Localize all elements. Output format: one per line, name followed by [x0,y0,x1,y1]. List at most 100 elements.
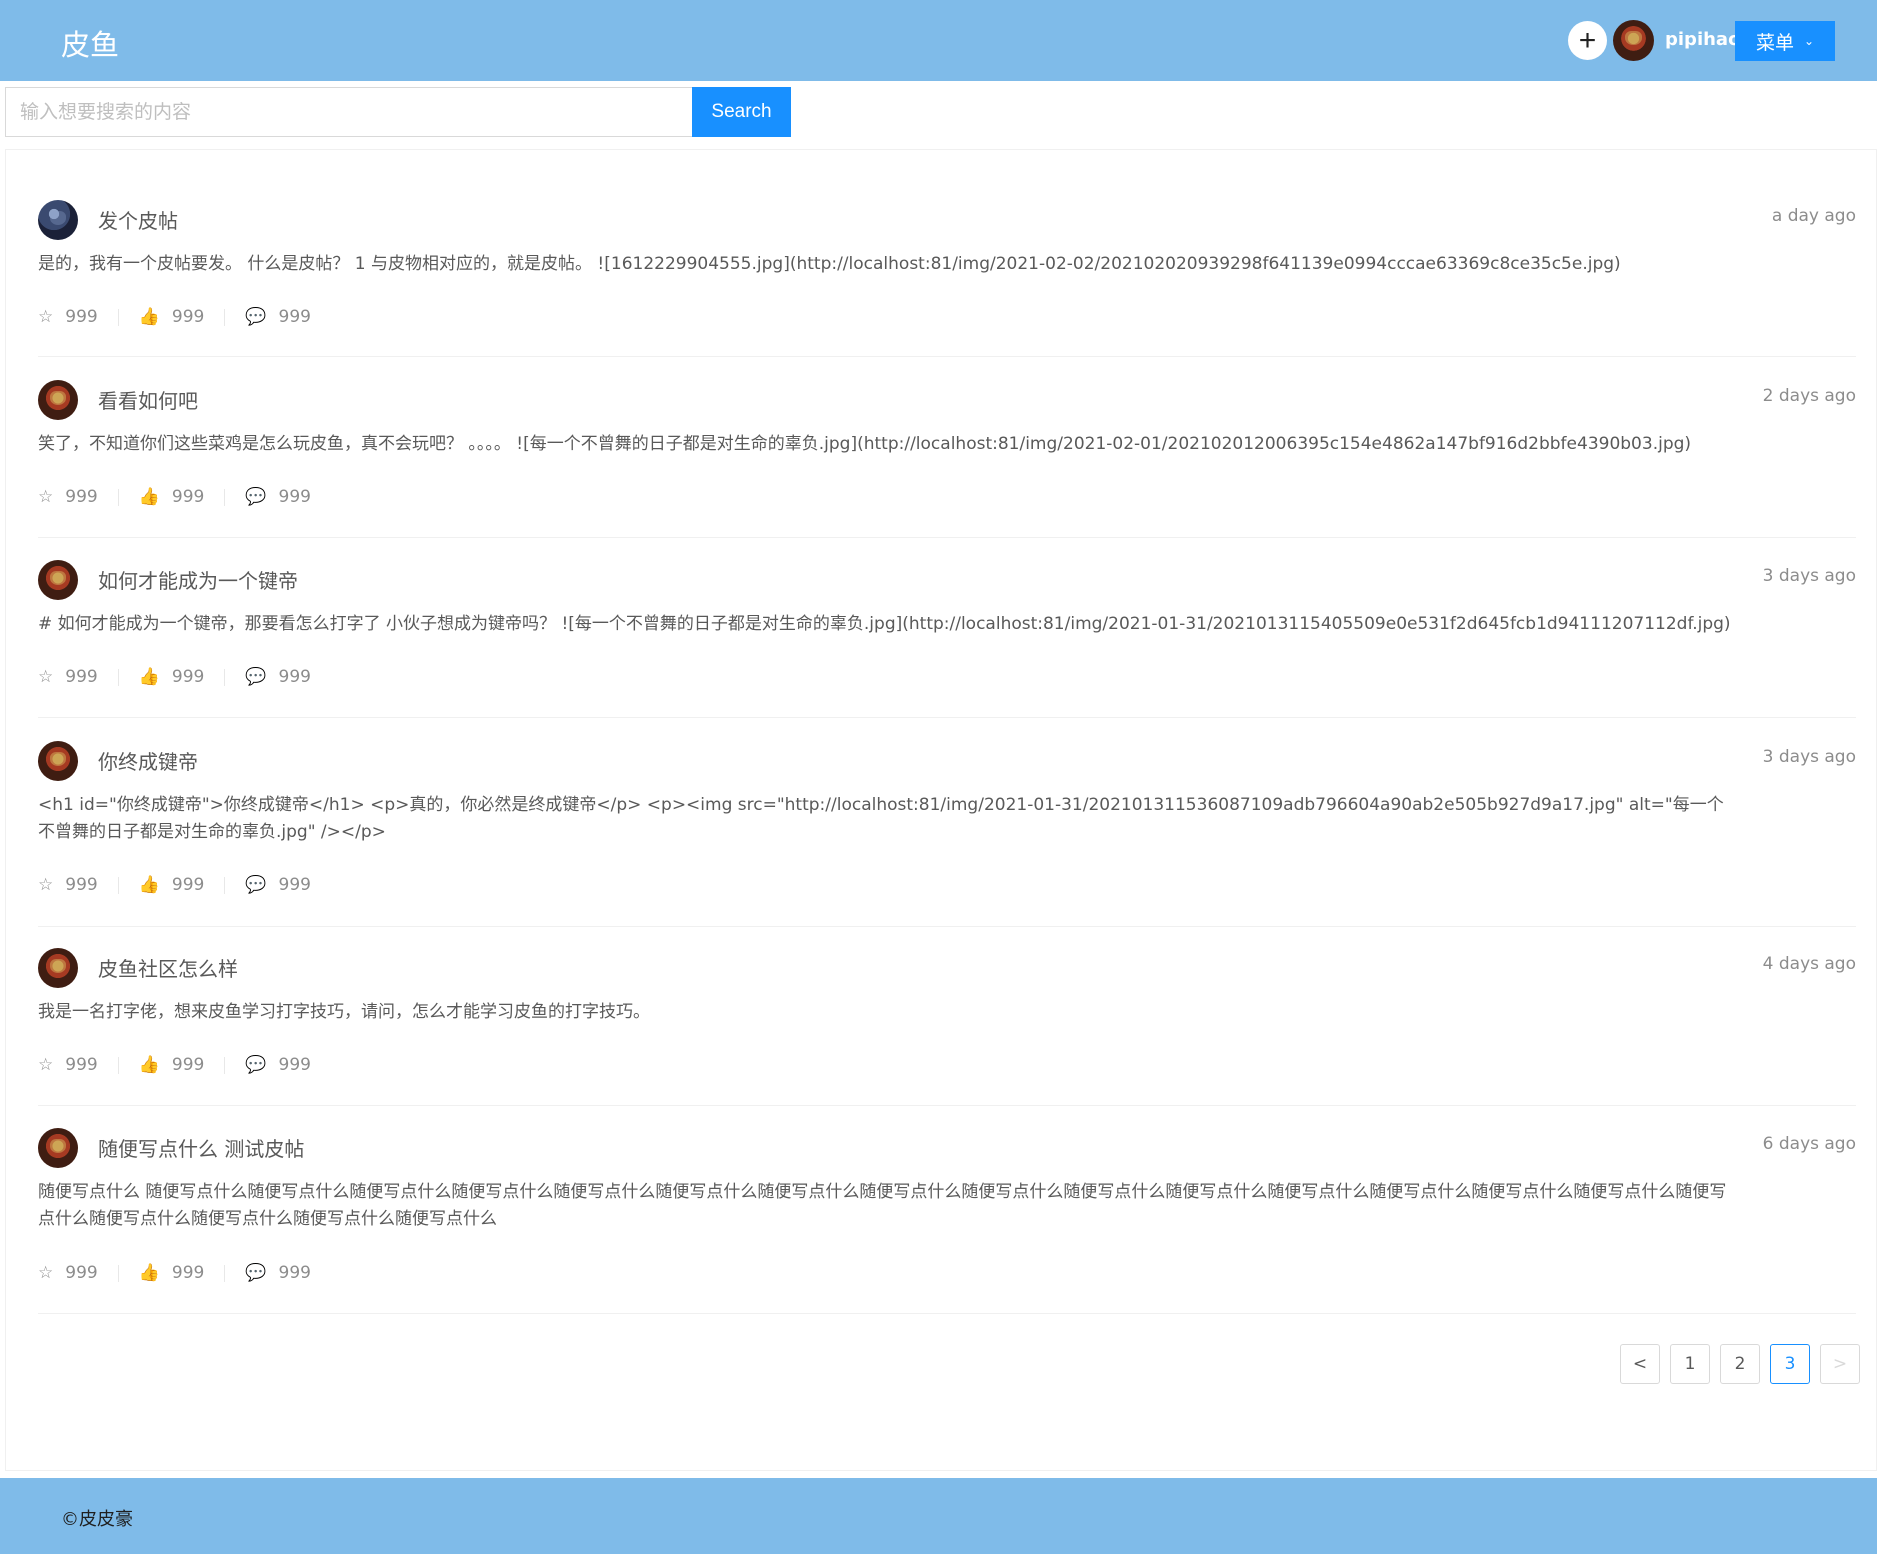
divider [117,1264,119,1282]
post-author-avatar[interactable] [38,560,78,600]
post-time: 6 days ago [1762,1134,1856,1154]
user-avatar[interactable] [1613,20,1654,61]
star-action[interactable]: ☆ 999 [38,1055,98,1075]
star-action[interactable]: ☆ 999 [38,487,98,507]
post-title[interactable]: 你终成键帝 [98,746,198,775]
post-actions: ☆ 999 👍 999 💬 999 [38,306,311,328]
like-count: 999 [171,875,205,895]
post-title[interactable]: 看看如何吧 [98,385,198,414]
post-title[interactable]: 随便写点什么 测试皮帖 [98,1133,304,1162]
page-button-current[interactable]: 3 [1770,1344,1810,1384]
like-count: 999 [171,667,205,687]
star-icon: ☆ [38,307,54,327]
star-count: 999 [65,487,98,507]
menu-dropdown-button[interactable]: 菜单 ⌄ [1735,21,1835,61]
post-title[interactable]: 皮鱼社区怎么样 [98,953,238,982]
star-icon: ☆ [38,1263,54,1283]
like-icon: 👍 [138,1055,160,1075]
comment-action[interactable]: 💬 999 [245,1263,311,1283]
comment-icon: 💬 [245,307,267,327]
star-count: 999 [65,1263,98,1283]
post-body: 笑了，不知道你们这些菜鸡是怎么玩皮鱼，真不会玩吧？ 。。。。 ![每一个不曾舞的… [38,434,1692,454]
like-action[interactable]: 👍 999 [139,307,205,327]
post-time: a day ago [1771,206,1856,226]
post-body: # 如何才能成为一个键帝，那要看怎么打字了 小伙子想成为键帝吗？ ![每一个不曾… [38,614,1731,634]
post-author-avatar[interactable] [38,380,78,420]
comment-action[interactable]: 💬 999 [245,307,311,327]
post-actions: ☆ 999 👍 999 💬 999 [38,874,311,896]
comment-action[interactable]: 💬 999 [245,1055,311,1075]
like-action[interactable]: 👍 999 [139,875,205,895]
star-action[interactable]: ☆ 999 [38,875,98,895]
username-label[interactable]: pipihao [1665,29,1740,50]
site-brand[interactable]: 皮鱼 [61,22,119,64]
comment-action[interactable]: 💬 999 [245,487,311,507]
divider [224,1264,226,1282]
star-count: 999 [65,667,98,687]
divider [224,876,226,894]
next-page-button[interactable]: > [1820,1344,1860,1384]
post-item[interactable]: 发个皮帖 a day ago 是的，我有一个皮帖要发。 什么是皮帖？ 1 与皮物… [38,200,1856,357]
comment-action[interactable]: 💬 999 [245,667,311,687]
comment-count: 999 [278,1055,311,1075]
post-item[interactable]: 如何才能成为一个键帝 3 days ago # 如何才能成为一个键帝，那要看怎么… [38,560,1856,718]
comment-action[interactable]: 💬 999 [245,875,311,895]
post-author-avatar[interactable] [38,741,78,781]
post-time: 3 days ago [1762,566,1856,586]
like-action[interactable]: 👍 999 [139,1263,205,1283]
divider [117,308,119,326]
post-time: 3 days ago [1762,747,1856,767]
like-icon: 👍 [138,307,160,327]
post-list-card: 发个皮帖 a day ago 是的，我有一个皮帖要发。 什么是皮帖？ 1 与皮物… [5,149,1877,1471]
post-title[interactable]: 如何才能成为一个键帝 [98,565,298,594]
add-post-button[interactable]: + [1568,21,1607,60]
divider [224,668,226,686]
like-action[interactable]: 👍 999 [139,1055,205,1075]
prev-page-button[interactable]: < [1620,1344,1660,1384]
post-actions: ☆ 999 👍 999 💬 999 [38,1054,311,1076]
post-actions: ☆ 999 👍 999 💬 999 [38,1262,311,1284]
star-action[interactable]: ☆ 999 [38,1263,98,1283]
page-button[interactable]: 2 [1720,1344,1760,1384]
like-icon: 👍 [138,875,160,895]
star-icon: ☆ [38,487,54,507]
divider [117,1056,119,1074]
like-count: 999 [171,307,205,327]
star-count: 999 [65,875,98,895]
plus-icon: + [1578,24,1597,57]
like-action[interactable]: 👍 999 [139,487,205,507]
divider [117,488,119,506]
post-body: <h1 id="你终成键帝">你终成键帝</h1> <p>真的，你必然是终成键帝… [38,795,1724,842]
star-action[interactable]: ☆ 999 [38,667,98,687]
page-button[interactable]: 1 [1670,1344,1710,1384]
like-count: 999 [171,487,205,507]
chevron-down-icon: ⌄ [1803,34,1815,48]
post-item[interactable]: 皮鱼社区怎么样 4 days ago 我是一名打字佬，想来皮鱼学习打字技巧，请问… [38,948,1856,1106]
like-icon: 👍 [138,487,160,507]
post-body: 随便写点什么 随便写点什么随便写点什么随便写点什么随便写点什么随便写点什么随便写… [38,1182,1727,1229]
comment-count: 999 [278,487,311,507]
divider [117,668,119,686]
post-author-avatar[interactable] [38,948,78,988]
star-action[interactable]: ☆ 999 [38,307,98,327]
comment-icon: 💬 [245,667,267,687]
post-item[interactable]: 随便写点什么 测试皮帖 6 days ago 随便写点什么 随便写点什么随便写点… [38,1128,1856,1314]
post-item[interactable]: 看看如何吧 2 days ago 笑了，不知道你们这些菜鸡是怎么玩皮鱼，真不会玩… [38,380,1856,538]
post-author-avatar[interactable] [38,1128,78,1168]
top-header: 皮鱼 + pipihao 菜单 ⌄ [0,0,1877,81]
post-author-avatar[interactable] [38,200,78,240]
post-title[interactable]: 发个皮帖 [98,205,178,234]
pagination: < 1 2 3 > [1620,1344,1860,1384]
like-action[interactable]: 👍 999 [139,667,205,687]
search-input[interactable] [5,87,693,137]
post-item[interactable]: 你终成键帝 3 days ago <h1 id="你终成键帝">你终成键帝</h… [38,741,1856,927]
divider [224,488,226,506]
copyright-text: ©皮皮豪 [61,1509,133,1530]
post-time: 4 days ago [1762,954,1856,974]
comment-icon: 💬 [245,1263,267,1283]
divider [224,1056,226,1074]
comment-icon: 💬 [245,1055,267,1075]
search-button[interactable]: Search [692,87,791,137]
comment-count: 999 [278,875,311,895]
post-body: 是的，我有一个皮帖要发。 什么是皮帖？ 1 与皮物相对应的，就是皮帖。 ![16… [38,254,1621,274]
